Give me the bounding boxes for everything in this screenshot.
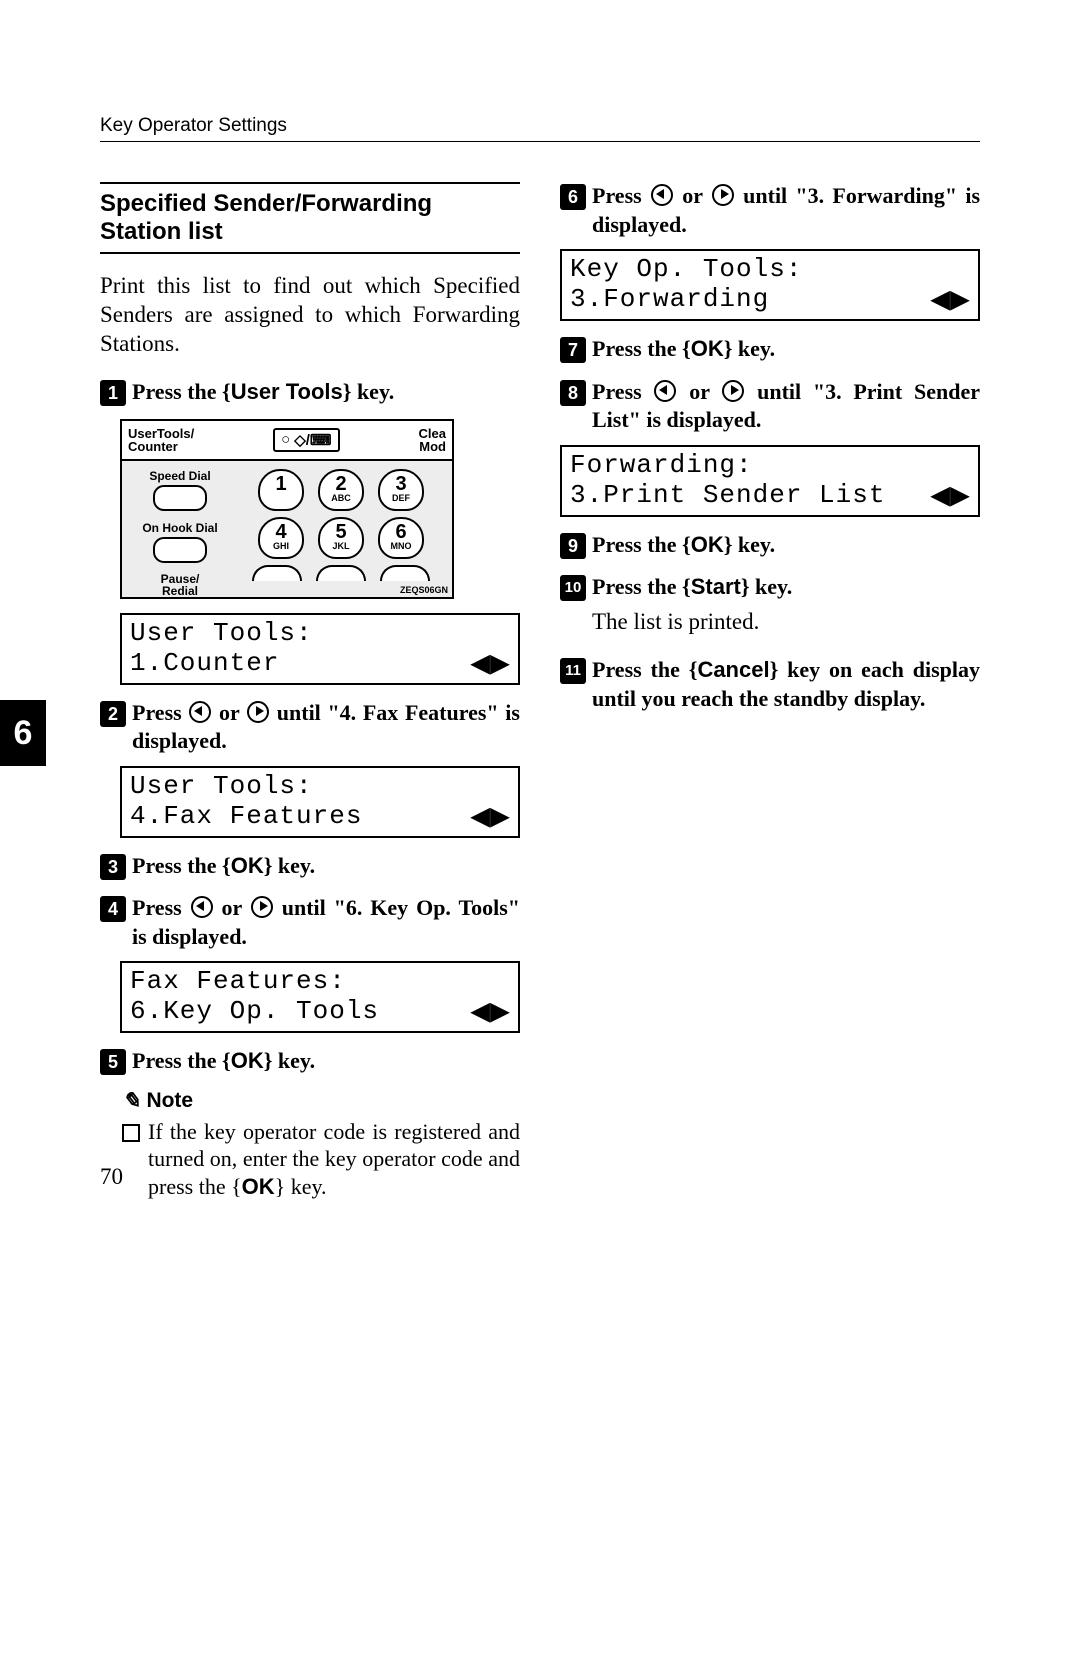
key-7-partial bbox=[252, 565, 302, 581]
step-number-icon: 5 bbox=[100, 1049, 126, 1075]
note-item: If the key operator code is registered a… bbox=[122, 1118, 520, 1201]
key-6: 6MNO bbox=[378, 517, 424, 559]
left-right-arrow-icon: ◀▶ bbox=[931, 286, 970, 314]
step-8-text: Press or until "3. Print Sender List" is… bbox=[592, 378, 980, 435]
step-number-icon: 3 bbox=[100, 854, 126, 880]
step-6-text: Press or until "3. Forwarding" is displa… bbox=[592, 182, 980, 239]
step-6: 6 Press or until "3. Forwarding" is disp… bbox=[560, 182, 980, 239]
step-number-icon: 2 bbox=[100, 701, 126, 727]
running-header: Key Operator Settings bbox=[100, 115, 980, 142]
step-4-text: Press or until "6. Key Op. Tools" is dis… bbox=[132, 894, 520, 951]
key-5: 5JKL bbox=[318, 517, 364, 559]
lcd-line: Fax Features: bbox=[130, 967, 346, 997]
key-4: 4GHI bbox=[258, 517, 304, 559]
figure-code: ZEQS06GN bbox=[400, 585, 448, 595]
right-arrow-icon bbox=[712, 184, 734, 206]
lcd-line: User Tools: bbox=[130, 772, 313, 802]
left-right-arrow-icon: ◀▶ bbox=[471, 803, 510, 831]
page: 6 Key Operator Settings Specified Sender… bbox=[0, 0, 1080, 1260]
lcd-line: 3.Print Sender List bbox=[570, 481, 885, 511]
right-arrow-icon bbox=[247, 701, 269, 723]
keypad-figure: UserTools/ Counter ○◇/⌨ Clea Mod Speed D… bbox=[120, 419, 454, 599]
step-number-icon: 6 bbox=[560, 184, 586, 210]
step-number-icon: 11 bbox=[560, 658, 586, 684]
step-8: 8 Press or until "3. Print Sender List" … bbox=[560, 378, 980, 435]
chapter-tab: 6 bbox=[0, 700, 46, 766]
step-9: 9 Press the {OK} key. bbox=[560, 531, 980, 560]
lcd-line: Key Op. Tools: bbox=[570, 255, 802, 285]
speed-dial-button bbox=[153, 485, 207, 511]
step-number-icon: 9 bbox=[560, 533, 586, 559]
step-5-text: Press the {OK} key. bbox=[132, 1047, 520, 1076]
page-number: 70 bbox=[100, 1164, 123, 1190]
key-3: 3DEF bbox=[378, 469, 424, 511]
lcd-line: 4.Fax Features bbox=[130, 802, 362, 832]
section-title: Specified Sender/Forwarding Station list bbox=[100, 182, 520, 254]
left-column: Specified Sender/Forwarding Station list… bbox=[100, 182, 520, 1200]
intro-paragraph: Print this list to find out which Specif… bbox=[100, 272, 520, 358]
left-arrow-icon bbox=[191, 896, 213, 918]
note-label: Note bbox=[146, 1089, 193, 1113]
step-1: 1 Press the {User Tools} key. bbox=[100, 378, 520, 407]
step-number-icon: 1 bbox=[100, 380, 126, 406]
step-7-text: Press the {OK} key. bbox=[592, 335, 980, 364]
lcd-line: Forwarding: bbox=[570, 451, 753, 481]
step-9-text: Press the {OK} key. bbox=[592, 531, 980, 560]
step-10-result: The list is printed. bbox=[592, 608, 980, 637]
left-arrow-icon bbox=[654, 380, 676, 402]
step-11-text: Press the {Cancel} key on each display u… bbox=[592, 656, 980, 713]
key-1: 1 bbox=[258, 469, 304, 511]
step-4: 4 Press or until "6. Key Op. Tools" is d… bbox=[100, 894, 520, 951]
lcd-key-op-3: Key Op. Tools: 3.Forwarding ◀▶ bbox=[560, 249, 980, 321]
pencil-icon: ✎ bbox=[122, 1088, 140, 1114]
key-8-partial bbox=[316, 565, 366, 581]
step-11: 11 Press the {Cancel} key on each displa… bbox=[560, 656, 980, 713]
keypad-top-right-label: Clea Mod bbox=[419, 427, 446, 453]
step-10: 10 Press the {Start} key. bbox=[560, 573, 980, 602]
step-2: 2 Press or until "4. Fax Features" is di… bbox=[100, 699, 520, 756]
lcd-line: User Tools: bbox=[130, 619, 313, 649]
left-right-arrow-icon: ◀▶ bbox=[931, 482, 970, 510]
step-2-text: Press or until "4. Fax Features" is disp… bbox=[132, 699, 520, 756]
step-10-text: Press the {Start} key. bbox=[592, 573, 980, 602]
left-arrow-icon bbox=[189, 701, 211, 723]
step-number-icon: 4 bbox=[100, 896, 126, 922]
lcd-fax-features-6: Fax Features: 6.Key Op. Tools ◀▶ bbox=[120, 961, 520, 1033]
step-7: 7 Press the {OK} key. bbox=[560, 335, 980, 364]
step-number-icon: 8 bbox=[560, 380, 586, 406]
lcd-line: 1.Counter bbox=[130, 649, 279, 679]
user-tools-key-chip: ○◇/⌨ bbox=[273, 428, 339, 452]
on-hook-dial-button bbox=[153, 537, 207, 563]
step-5: 5 Press the {OK} key. bbox=[100, 1047, 520, 1076]
key-2: 2ABC bbox=[318, 469, 364, 511]
step-3: 3 Press the {OK} key. bbox=[100, 852, 520, 881]
left-arrow-icon bbox=[651, 184, 673, 206]
key-9-partial bbox=[380, 565, 430, 581]
speed-dial-label: Speed Dial bbox=[130, 469, 230, 483]
lcd-user-tools-1: User Tools: 1.Counter ◀▶ bbox=[120, 613, 520, 685]
keypad-top-left-label: UserTools/ Counter bbox=[128, 427, 194, 453]
lcd-line: 6.Key Op. Tools bbox=[130, 997, 379, 1027]
lcd-line: 3.Forwarding bbox=[570, 285, 769, 315]
keypad-left-labels: Speed Dial On Hook Dial Pause/ Redial bbox=[130, 469, 230, 597]
note-text: If the key operator code is registered a… bbox=[148, 1118, 520, 1201]
on-hook-dial-label: On Hook Dial bbox=[130, 521, 230, 535]
step-number-icon: 10 bbox=[560, 575, 586, 601]
step-number-icon: 7 bbox=[560, 337, 586, 363]
left-right-arrow-icon: ◀▶ bbox=[471, 650, 510, 678]
left-right-arrow-icon: ◀▶ bbox=[471, 998, 510, 1026]
right-arrow-icon bbox=[251, 896, 273, 918]
step-1-text: Press the {User Tools} key. bbox=[132, 378, 520, 407]
pause-redial-label: Pause/ Redial bbox=[130, 573, 230, 597]
lcd-user-tools-4: User Tools: 4.Fax Features ◀▶ bbox=[120, 766, 520, 838]
lcd-forwarding-3: Forwarding: 3.Print Sender List ◀▶ bbox=[560, 445, 980, 517]
keypad-number-grid: 1 2ABC 3DEF 4GHI 5JKL 6MNO bbox=[238, 469, 444, 597]
right-column: 6 Press or until "3. Forwarding" is disp… bbox=[560, 182, 980, 1200]
step-3-text: Press the {OK} key. bbox=[132, 852, 520, 881]
two-column-layout: Specified Sender/Forwarding Station list… bbox=[100, 182, 980, 1200]
note-heading: ✎ Note bbox=[122, 1088, 520, 1114]
right-arrow-icon bbox=[722, 380, 744, 402]
note-bullet-icon bbox=[122, 1124, 140, 1142]
